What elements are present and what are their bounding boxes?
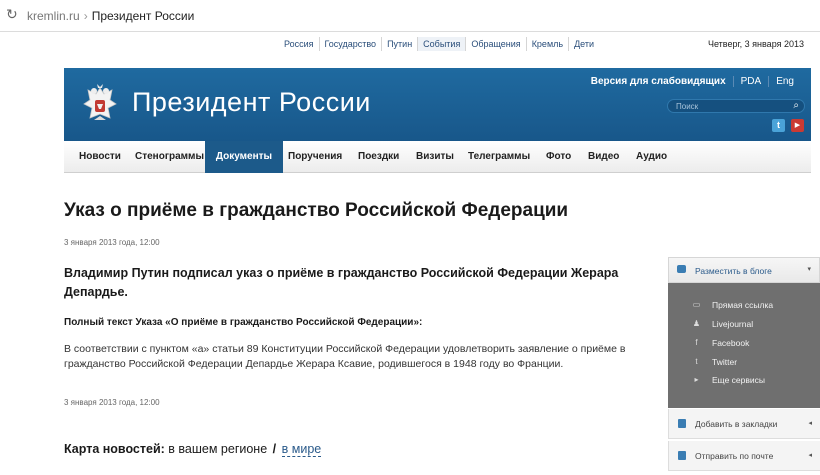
reload-icon[interactable]: ↻ — [6, 7, 20, 21]
blog-icon — [677, 265, 686, 273]
section-item-transcripts[interactable]: Стенограммы — [135, 141, 204, 173]
section-item-video[interactable]: Видео — [588, 141, 619, 173]
share-item-label: Прямая ссылка — [712, 300, 774, 310]
search-box: ⌕ — [667, 99, 805, 113]
site-header: Президент России Версия для слабовидящих… — [64, 68, 811, 141]
share-item-more-services[interactable]: ▸ Еще сервисы — [668, 372, 820, 390]
share-item-facebook[interactable]: f Facebook — [668, 335, 820, 353]
address-text[interactable]: kremlin.ru › Президент России — [27, 9, 194, 23]
share-item-label: Facebook — [712, 338, 750, 348]
article-date-top: 3 января 2013 года, 12:00 — [64, 238, 160, 247]
chevron-left-icon: ◂ — [808, 420, 812, 427]
chevron-down-icon[interactable]: ▾ — [807, 265, 811, 273]
section-item-telegrams[interactable]: Телеграммы — [468, 141, 530, 173]
youtube-icon[interactable]: ▶ — [791, 119, 804, 132]
topnav-item-events[interactable]: События — [418, 37, 467, 51]
top-navigation: Россия Государство Путин События Обращения Кр… — [279, 37, 599, 51]
article-lead: Владимир Путин подписал указ о приёме в … — [64, 266, 619, 299]
share-item-livejournal[interactable]: ♟ Livejournal — [668, 316, 820, 334]
section-item-audio[interactable]: Аудио — [636, 141, 667, 173]
link-icon: ▭ — [692, 300, 701, 309]
topnav-item-kremlin[interactable]: Кремль — [527, 37, 570, 51]
header-links: Версия для слабовидящих PDA Eng — [584, 76, 801, 87]
share-item-label: Livejournal — [712, 319, 754, 329]
url-host: kremlin.ru — [27, 9, 80, 23]
section-navigation: Новости Стенограммы Документы Поручения … — [64, 141, 811, 173]
news-map-slash: / — [272, 442, 277, 456]
send-by-email-label: Отправить по почте — [695, 451, 774, 461]
chevron-left-icon: ◂ — [808, 452, 812, 459]
current-date: Четверг, 3 января 2013 — [707, 39, 804, 49]
url-page-title: Президент России — [91, 9, 195, 23]
pda-link[interactable]: PDA — [732, 76, 769, 87]
section-item-news[interactable]: Новости — [79, 141, 121, 173]
article-body: В соответствии с пунктом «а» статьи 89 К… — [64, 343, 626, 370]
search-icon[interactable]: ⌕ — [793, 100, 799, 112]
share-item-twitter[interactable]: t Twitter — [668, 354, 820, 372]
section-item-visits[interactable]: Визиты — [416, 141, 454, 173]
article-date-bottom: 3 января 2013 года, 12:00 — [64, 398, 160, 407]
twitter-icon: t — [695, 357, 698, 366]
topnav-item-putin[interactable]: Путин — [382, 37, 419, 51]
browser-address-bar: ↻ kremlin.ru › Президент России — [0, 0, 820, 32]
news-map-region-link[interactable]: в вашем регионе — [168, 442, 267, 456]
accessibility-version-link[interactable]: Версия для слабовидящих — [584, 76, 733, 87]
english-link[interactable]: Eng — [768, 76, 801, 87]
share-item-label: Twitter — [712, 357, 738, 367]
share-item-direct-link[interactable]: ▭ Прямая ссылка — [668, 297, 820, 315]
section-item-photo[interactable]: Фото — [546, 141, 571, 173]
share-blog-label: Разместить в блоге — [695, 266, 772, 276]
news-map-label: Карта новостей: — [64, 442, 165, 456]
section-item-documents[interactable]: Документы — [205, 141, 283, 173]
send-by-email-button[interactable]: Отправить по почте ◂ — [668, 441, 820, 471]
topnav-item-russia[interactable]: Россия — [279, 37, 320, 51]
mail-icon — [678, 451, 686, 460]
share-blog-button[interactable]: Разместить в блоге ▾ — [668, 257, 820, 283]
news-map-world-link[interactable]: в мире — [281, 442, 322, 457]
twitter-icon[interactable]: t — [772, 119, 785, 132]
site-title[interactable]: Президент России — [132, 87, 371, 118]
article-title: Указ о приёме в гражданство Российской Ф… — [64, 200, 569, 221]
topnav-item-addresses[interactable]: Обращения — [466, 37, 527, 51]
news-map: Карта новостей: в вашем регионе / в мире — [64, 442, 322, 457]
search-input[interactable] — [676, 100, 786, 112]
topnav-item-state[interactable]: Государство — [320, 37, 383, 51]
add-bookmark-label: Добавить в закладки — [695, 419, 778, 429]
section-item-instructions[interactable]: Поручения — [288, 141, 342, 173]
topnav-item-children[interactable]: Дети — [569, 37, 599, 51]
chevron-right-icon: ▸ — [694, 375, 699, 384]
bookmark-icon — [678, 419, 686, 428]
facebook-icon: f — [695, 338, 698, 347]
section-item-trips[interactable]: Поездки — [358, 141, 399, 173]
coat-of-arms-icon[interactable] — [80, 82, 120, 126]
url-separator: › — [83, 9, 88, 23]
livejournal-icon: ♟ — [692, 319, 701, 328]
article-subhead: Полный текст Указа «О приёме в гражданст… — [64, 317, 423, 328]
add-bookmark-button[interactable]: Добавить в закладки ◂ — [668, 409, 820, 439]
share-menu: ▭ Прямая ссылка ♟ Livejournal f Facebook… — [668, 283, 820, 408]
share-item-label: Еще сервисы — [712, 375, 765, 385]
